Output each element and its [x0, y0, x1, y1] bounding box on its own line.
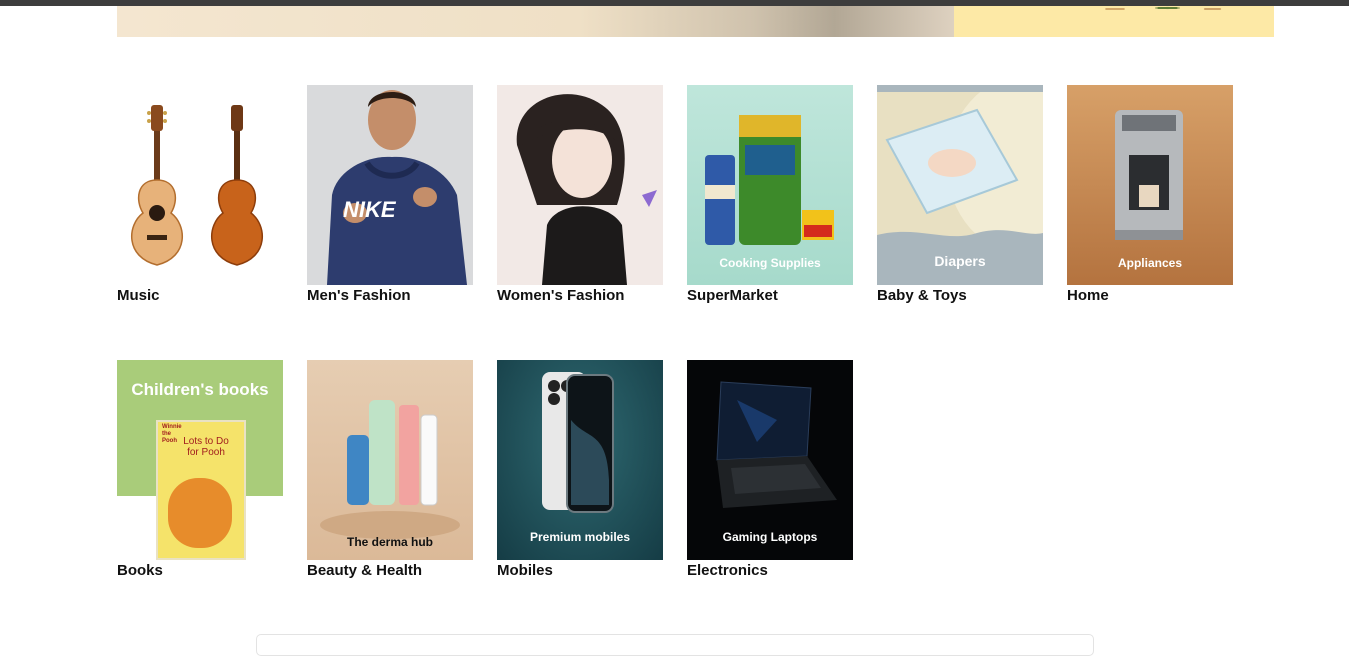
category-label[interactable]: Men's Fashion [307, 287, 411, 304]
banner-fruit-image [1085, 6, 1235, 16]
category-music[interactable]: Music [117, 85, 283, 304]
category-image-womens-fashion[interactable] [497, 85, 663, 285]
category-label[interactable]: Electronics [687, 562, 768, 579]
promo-banner[interactable] [117, 6, 1274, 37]
category-womens-fashion[interactable]: Women's Fashion [497, 85, 663, 304]
category-image-home[interactable]: Appliances [1067, 85, 1233, 285]
category-image-supermarket[interactable]: Cooking Supplies [687, 85, 853, 285]
illustration-girl-image [516, 94, 657, 285]
category-image-books[interactable]: Children's books Winnie the Pooh Lots to… [117, 360, 283, 560]
image-caption: Cooking Supplies [719, 256, 821, 270]
category-mobiles[interactable]: Premium mobiles Mobiles [497, 360, 663, 579]
category-label[interactable]: Women's Fashion [497, 287, 624, 304]
category-label[interactable]: Beauty & Health [307, 562, 422, 579]
category-image-electronics[interactable]: Gaming Laptops [687, 360, 853, 560]
category-beauty-health[interactable]: The derma hub Beauty & Health [307, 360, 473, 579]
category-electronics[interactable]: Gaming Laptops Electronics [687, 360, 853, 579]
image-caption: Premium mobiles [529, 530, 631, 544]
skincare-bottles-image [320, 400, 460, 539]
category-baby-toys[interactable]: Diapers Baby & Toys [877, 85, 1043, 304]
category-image-baby-toys[interactable]: Diapers [877, 85, 1043, 285]
image-caption: The derma hub [346, 535, 433, 549]
category-supermarket[interactable]: Cooking Supplies SuperMarket [687, 85, 853, 304]
image-caption: Appliances [1117, 256, 1183, 270]
image-caption: Children's books [131, 380, 269, 399]
category-image-music[interactable] [117, 85, 283, 285]
category-label[interactable]: Baby & Toys [877, 287, 967, 304]
hoodie-model-image [327, 90, 467, 285]
category-label[interactable]: Music [117, 287, 160, 304]
category-books[interactable]: Children's books Winnie the Pooh Lots to… [117, 360, 283, 579]
category-label[interactable]: Mobiles [497, 562, 553, 579]
category-label[interactable]: Books [117, 562, 163, 579]
image-caption: Gaming Laptops [722, 530, 818, 544]
category-image-beauty-health[interactable]: The derma hub [307, 360, 473, 560]
category-mens-fashion[interactable]: NIKE Men's Fashion [307, 85, 473, 304]
category-image-mobiles[interactable]: Premium mobiles [497, 360, 663, 560]
bottom-panel [256, 634, 1094, 656]
grocery-products-image [705, 115, 834, 245]
guitar-image [131, 105, 263, 266]
nike-logo-text: NIKE [343, 197, 396, 222]
category-label[interactable]: SuperMarket [687, 287, 778, 304]
category-home[interactable]: Appliances Home [1067, 85, 1233, 304]
coffee-machine-image [1115, 110, 1183, 240]
category-label[interactable]: Home [1067, 287, 1109, 304]
category-image-mens-fashion[interactable]: NIKE [307, 85, 473, 285]
image-caption: Diapers [934, 253, 986, 269]
book-cover: Winnie the Pooh Lots to Do for Pooh [156, 420, 246, 560]
